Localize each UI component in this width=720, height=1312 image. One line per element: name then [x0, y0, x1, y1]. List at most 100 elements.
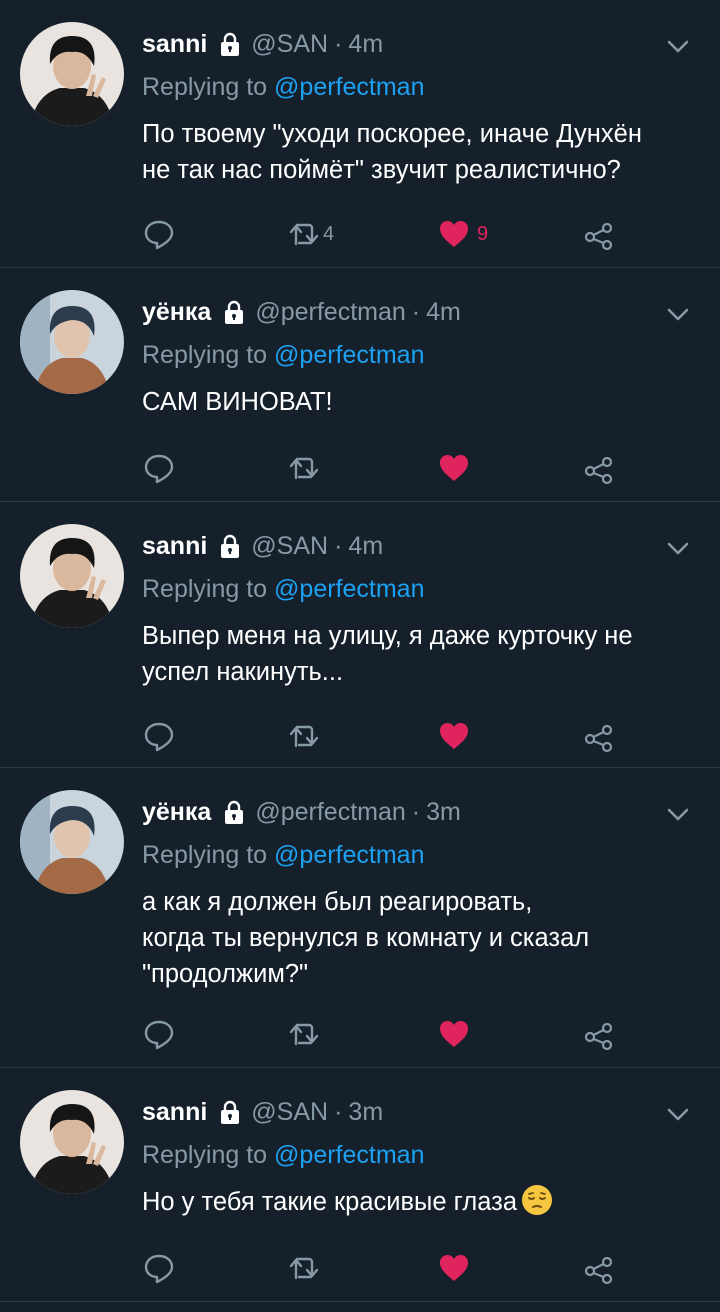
display-name[interactable]: sanni — [142, 30, 207, 59]
share-button[interactable] — [582, 448, 616, 488]
tweet[interactable]: уёнка @perfectman · 4m Replying to @perf… — [0, 268, 720, 502]
tweet[interactable]: sanni @SAN · 4m Replying to @perfectman … — [0, 502, 720, 768]
mention-link[interactable]: @perfectman — [274, 841, 424, 869]
tweet-content: уёнка @perfectman · 3m Replying to @perf… — [142, 794, 700, 992]
separator-dot: · — [334, 531, 343, 560]
replying-to: Replying to @perfectman — [142, 340, 700, 370]
mention-link[interactable]: @perfectman — [274, 73, 424, 101]
tweet-text-line: не так нас поймёт" звучит реалистично? — [142, 156, 621, 184]
replying-to: Replying to @perfectman — [142, 1140, 700, 1170]
chevron-down-icon[interactable] — [664, 534, 692, 562]
lock-icon — [221, 299, 247, 325]
timestamp[interactable]: 3m — [348, 1098, 383, 1127]
tweet[interactable]: sanni @SAN · 3m Replying to @perfectman … — [0, 1068, 720, 1302]
tweet-text-line: САМ ВИНОВАТ! — [142, 388, 333, 416]
tweet[interactable]: sanni @SAN · 4m Replying to @perfectman … — [0, 0, 720, 268]
tweet-actions — [142, 716, 700, 756]
heart-icon — [437, 1251, 471, 1285]
reply-icon — [142, 1017, 176, 1051]
chevron-down-icon[interactable] — [664, 1100, 692, 1128]
share-icon — [582, 217, 616, 251]
display-name[interactable]: уёнка — [142, 298, 211, 327]
tweet-text-line: успел накинуть... — [142, 658, 344, 686]
display-name[interactable]: sanni — [142, 1098, 207, 1127]
replying-to: Replying to @perfectman — [142, 72, 700, 102]
tweet-text-line: Но у тебя такие красивые глаза — [142, 1184, 700, 1220]
replying-to: Replying to @perfectman — [142, 574, 700, 604]
display-name[interactable]: уёнка — [142, 798, 211, 827]
tweet-text: Но у тебя такие красивые глаза — [142, 1184, 700, 1220]
like-button[interactable] — [437, 448, 477, 488]
display-name[interactable]: sanni — [142, 532, 207, 561]
share-icon — [582, 1251, 616, 1285]
share-button[interactable] — [582, 1014, 616, 1054]
avatar[interactable] — [20, 22, 124, 126]
tweet-text-line: когда ты вернулся в комнату и сказал — [142, 924, 590, 952]
timestamp[interactable]: 4m — [348, 30, 383, 59]
retweet-button[interactable] — [287, 448, 323, 488]
user-handle[interactable]: @perfectman — [255, 298, 405, 327]
user-handle[interactable]: @perfectman — [255, 798, 405, 827]
separator-dot: · — [411, 297, 421, 326]
tweet[interactable]: уёнка @perfectman · 3m Replying to @perf… — [0, 768, 720, 1068]
reply-button[interactable] — [142, 1248, 176, 1288]
reply-icon — [142, 217, 176, 251]
retweet-button[interactable]: 4 — [287, 214, 334, 254]
heart-icon — [437, 217, 471, 251]
user-handle[interactable]: @SAN — [251, 1098, 328, 1127]
timestamp[interactable]: 3m — [426, 798, 461, 827]
timestamp[interactable]: 4m — [426, 298, 461, 327]
replying-to-label: Replying to — [142, 841, 268, 869]
reply-button[interactable] — [142, 716, 176, 756]
user-handle[interactable]: @SAN — [251, 532, 328, 561]
replying-to-label: Replying to — [142, 73, 268, 101]
separator-dot: · — [411, 797, 421, 826]
share-button[interactable] — [582, 214, 616, 254]
mention-link[interactable]: @perfectman — [274, 575, 424, 603]
avatar[interactable] — [20, 1090, 124, 1194]
retweet-icon — [287, 719, 321, 753]
tweet-actions — [142, 1014, 700, 1054]
like-button[interactable]: 9 — [437, 214, 488, 254]
lock-icon — [217, 1099, 243, 1125]
share-button[interactable] — [582, 1248, 616, 1288]
like-button[interactable] — [437, 716, 477, 756]
retweet-button[interactable] — [287, 716, 323, 756]
avatar[interactable] — [20, 790, 124, 894]
retweet-button[interactable] — [287, 1014, 323, 1054]
chevron-down-icon[interactable] — [664, 300, 692, 328]
chevron-down-icon[interactable] — [664, 32, 692, 60]
tweet-header: sanni @SAN · 3m — [142, 1094, 700, 1130]
share-icon — [582, 719, 616, 753]
lock-icon — [221, 799, 247, 825]
replying-to: Replying to @perfectman — [142, 840, 700, 870]
tweet-content: sanni @SAN · 4m Replying to @perfectman … — [142, 26, 700, 188]
like-button[interactable] — [437, 1248, 477, 1288]
reply-button[interactable] — [142, 214, 176, 254]
tweet-text-line: а как я должен был реагировать, — [142, 888, 533, 916]
lock-icon — [217, 31, 243, 57]
pensive-face-emoji — [521, 1184, 553, 1216]
mention-link[interactable]: @perfectman — [274, 1141, 424, 1169]
timestamp[interactable]: 4m — [348, 532, 383, 561]
reply-button[interactable] — [142, 1014, 176, 1054]
tweet-text-line: По твоему "уходи поскорее, иначе Дунхён — [142, 120, 642, 148]
retweet-button[interactable] — [287, 1248, 323, 1288]
tweet-actions — [142, 448, 700, 488]
tweet-header: sanni @SAN · 4m — [142, 26, 700, 62]
retweet-icon — [287, 1017, 321, 1051]
user-handle[interactable]: @SAN — [251, 30, 328, 59]
heart-icon — [437, 1017, 471, 1051]
avatar[interactable] — [20, 290, 124, 394]
share-button[interactable] — [582, 716, 616, 756]
avatar[interactable] — [20, 524, 124, 628]
tweet-text-line: Выпер меня на улицу, я даже курточку не — [142, 622, 633, 650]
chevron-down-icon[interactable] — [664, 800, 692, 828]
replying-to-label: Replying to — [142, 575, 268, 603]
heart-icon — [437, 451, 471, 485]
retweet-icon — [287, 217, 321, 251]
reply-icon — [142, 719, 176, 753]
mention-link[interactable]: @perfectman — [274, 341, 424, 369]
like-button[interactable] — [437, 1014, 477, 1054]
reply-button[interactable] — [142, 448, 176, 488]
